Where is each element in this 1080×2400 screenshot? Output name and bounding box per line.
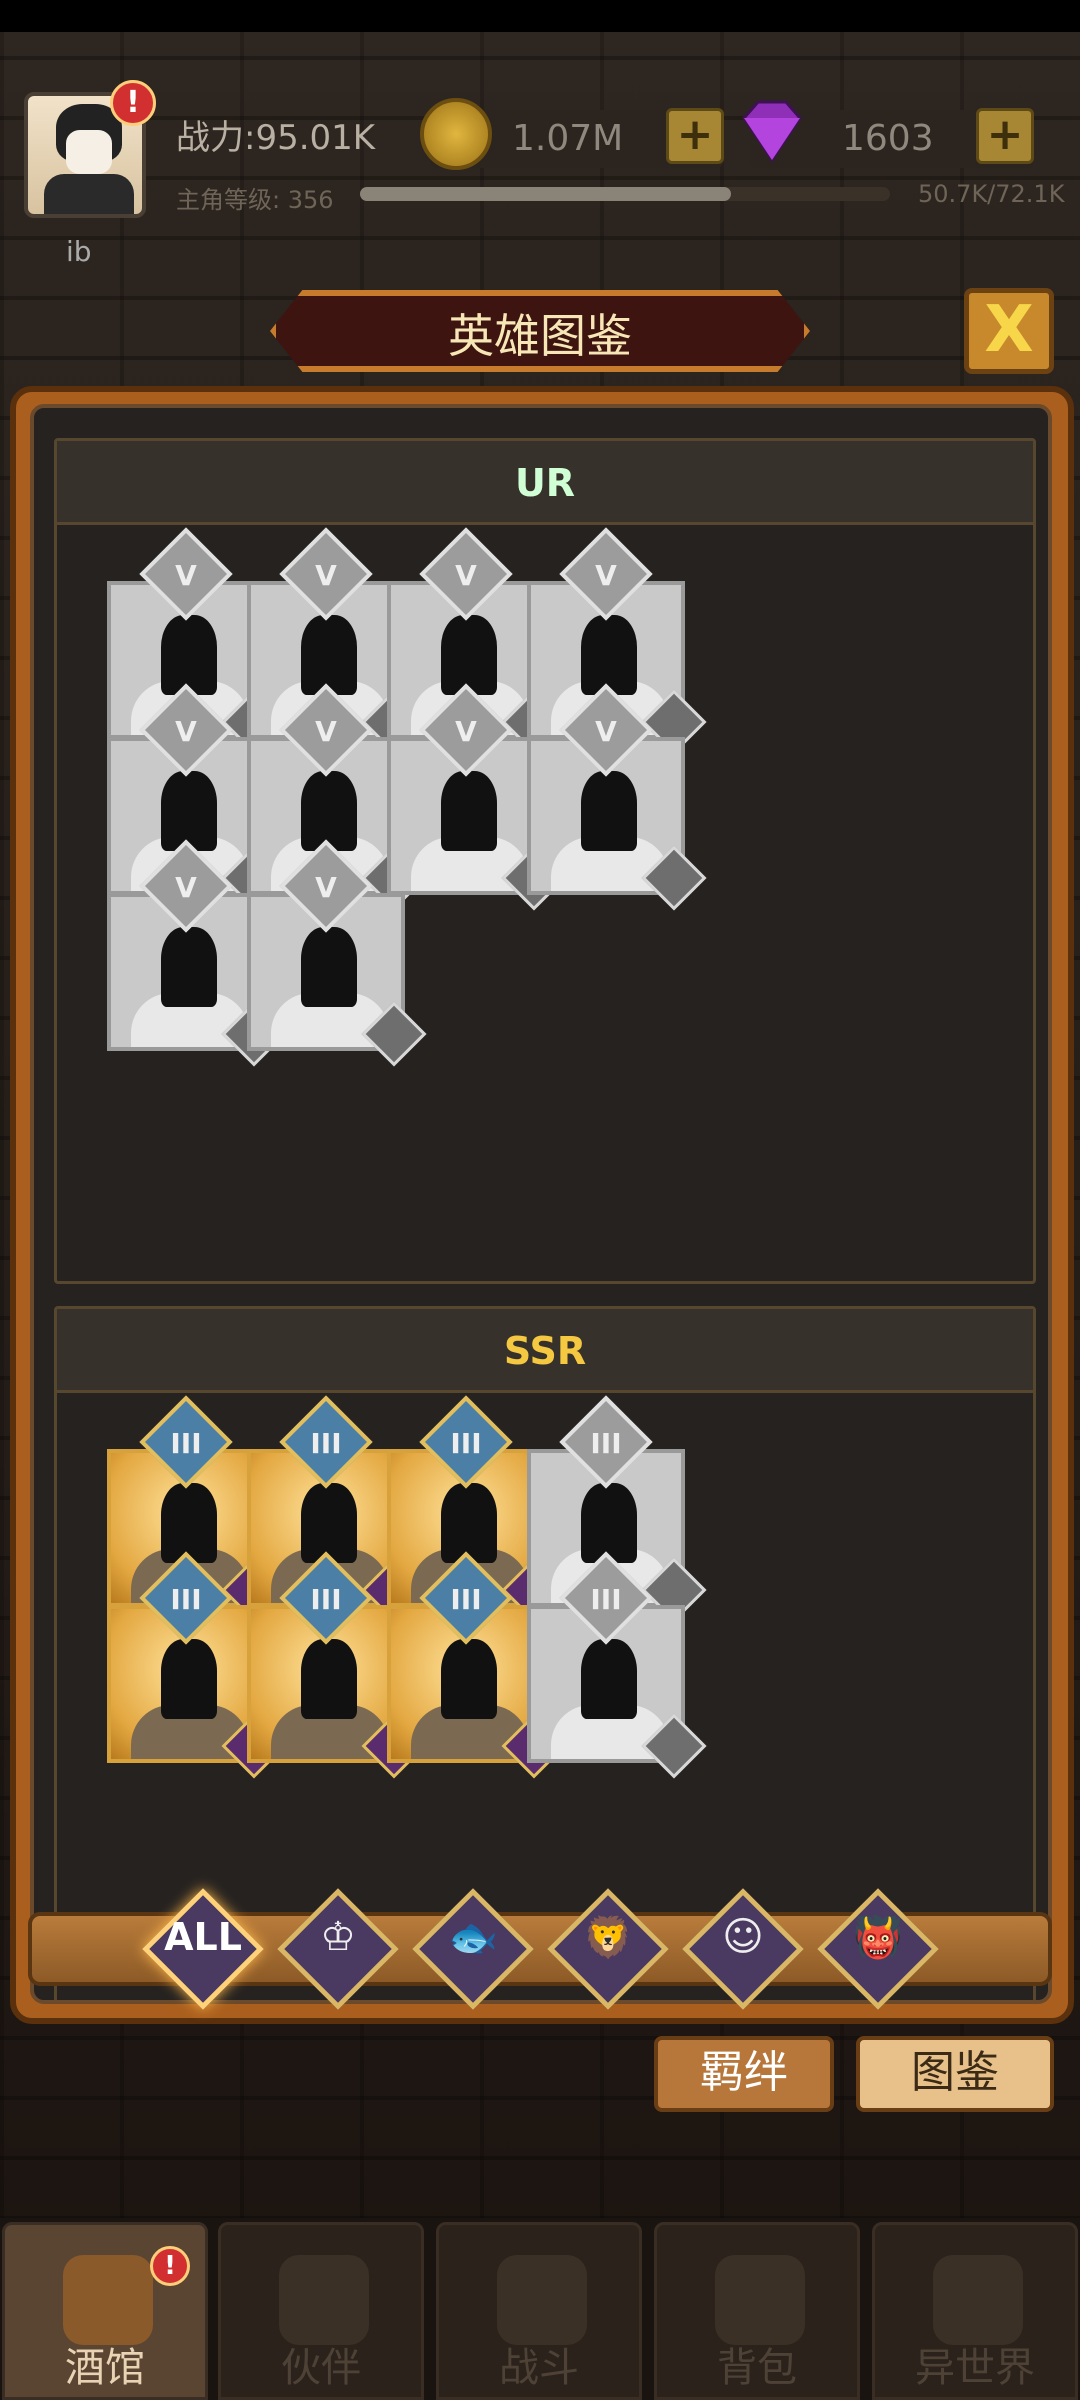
nav-partners[interactable]: 伙伴 <box>218 2222 424 2400</box>
status-bar <box>0 0 1080 32</box>
lion-faction-icon: 🦁 <box>583 1915 633 1961</box>
tier-badge-text: III <box>450 1427 482 1460</box>
tier-badge-text: III <box>310 1427 342 1460</box>
gold-coin-icon <box>420 98 492 170</box>
codex-button[interactable]: 图鉴 <box>856 2036 1054 2112</box>
tier-badge-text: V <box>315 871 337 904</box>
tier-badge-text: III <box>590 1427 622 1460</box>
bond-button[interactable]: 羁绊 <box>654 2036 834 2112</box>
nav-otherworld-label: 异世界 <box>915 2345 1035 2391</box>
ur-section-title: UR <box>57 441 1033 525</box>
nav-bag[interactable]: 背包 <box>654 2222 860 2400</box>
combat-power: 战力:95.01K <box>176 118 376 158</box>
level-progress-text: 50.7K/72.1K <box>918 180 1065 208</box>
demon-faction-icon: 👹 <box>853 1915 903 1961</box>
hero-list-scroll[interactable]: UR V V V V V V V V V V SSR III III III III III III III I… <box>30 404 1052 2004</box>
partner-icon <box>279 2255 369 2345</box>
crossed-swords-icon <box>497 2255 587 2345</box>
tier-badge-text: V <box>175 559 197 592</box>
tier-badge-text: III <box>450 1583 482 1616</box>
nav-battle[interactable]: 战斗 <box>436 2222 642 2400</box>
tier-badge-text: III <box>170 1427 202 1460</box>
close-button[interactable]: X <box>964 288 1054 374</box>
panel-title: 英雄图鉴 <box>448 309 632 363</box>
nav-battle-label: 战斗 <box>499 2345 579 2391</box>
tier-badge-text: V <box>455 715 477 748</box>
level-progress-fill <box>360 187 731 201</box>
backpack-icon <box>715 2255 805 2345</box>
tier-badge-text: V <box>595 559 617 592</box>
portal-icon <box>933 2255 1023 2345</box>
beer-mug-icon <box>63 2255 153 2345</box>
elf-faction-icon: ☺ <box>722 1914 764 1960</box>
purple-gem-icon <box>742 100 802 163</box>
gold-amount: 1.07M <box>512 118 624 159</box>
fish-faction-icon: 🐟 <box>448 1915 498 1961</box>
ur-section: UR V V V V V V V V V V <box>54 438 1036 1284</box>
player-name: ib <box>66 235 92 268</box>
tier-badge-text: V <box>175 871 197 904</box>
add-gems-button[interactable]: + <box>976 108 1034 164</box>
ssr-section-title: SSR <box>57 1309 1033 1393</box>
player-level: 主角等级: 356 <box>176 186 334 214</box>
nav-partners-label: 伙伴 <box>281 2345 361 2391</box>
knight-faction-icon: ♔ <box>320 1914 356 1960</box>
avatar-alert-badge: ! <box>110 80 156 126</box>
filter-all-label: ALL <box>164 1915 242 1959</box>
nav-bag-label: 背包 <box>717 2345 797 2391</box>
tier-badge-text: V <box>315 559 337 592</box>
add-gold-button[interactable]: + <box>666 108 724 164</box>
tier-badge-text: V <box>175 715 197 748</box>
nav-tavern-label: 酒馆 <box>65 2345 145 2391</box>
tavern-alert-badge: ! <box>150 2246 190 2286</box>
tier-badge-text: III <box>310 1583 342 1616</box>
tier-badge-text: V <box>315 715 337 748</box>
tier-badge-text: V <box>455 559 477 592</box>
tier-badge-text: V <box>595 715 617 748</box>
nav-otherworld[interactable]: 异世界 <box>872 2222 1078 2400</box>
tier-badge-text: III <box>590 1583 622 1616</box>
gem-amount: 1603 <box>842 118 934 159</box>
tier-badge-text: III <box>170 1583 202 1616</box>
